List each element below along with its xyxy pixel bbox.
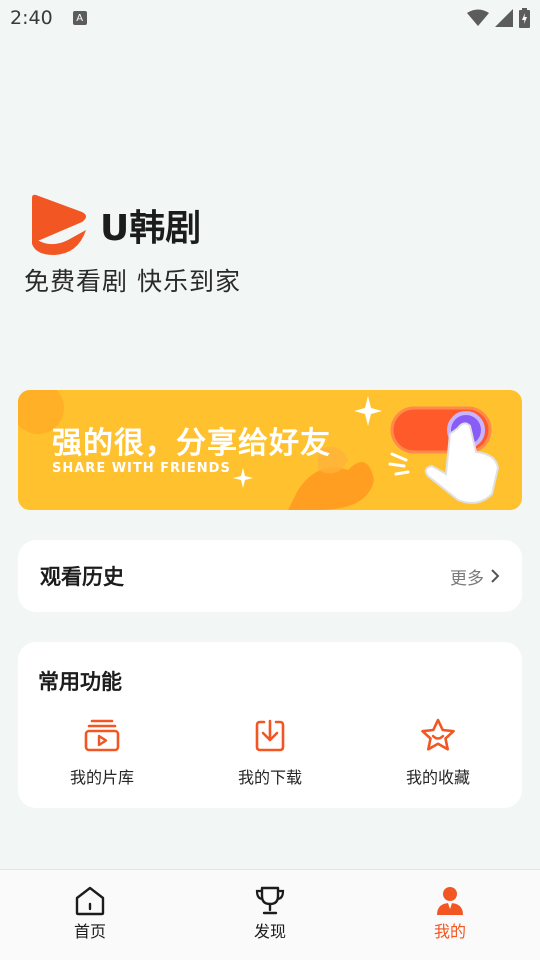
battery-icon: [519, 8, 530, 28]
tab-discover[interactable]: 发现: [180, 870, 360, 960]
my-library-label: 我的片库: [69, 768, 134, 787]
watch-history-title: 观看历史: [40, 565, 124, 589]
banner-title: 强的很，分享给好友: [52, 426, 331, 461]
status-icons: [467, 8, 530, 28]
history-more-link[interactable]: 更多: [450, 564, 500, 589]
chevron-right-icon: [491, 569, 500, 583]
app-slogan: 免费看剧 快乐到家: [24, 267, 241, 296]
app-logo-icon: [32, 194, 86, 255]
app-name: U韩剧: [100, 208, 202, 249]
tab-home-label: 首页: [73, 922, 106, 941]
banner-subtitle: SHARE WITH FRIENDS: [52, 461, 231, 476]
download-icon: [255, 719, 285, 752]
my-downloads-button[interactable]: 我的下载: [186, 718, 354, 788]
watch-history-card: 观看历史 更多: [18, 540, 522, 612]
my-favorites-label: 我的收藏: [405, 768, 470, 787]
status-bar: 2:40 A: [0, 0, 540, 36]
my-favorites-button[interactable]: 我的收藏: [354, 718, 522, 788]
wifi-icon: [467, 9, 489, 26]
star-icon: [421, 718, 455, 751]
signal-icon: [495, 9, 513, 27]
library-icon: [84, 719, 120, 752]
tab-mine-label: 我的: [433, 922, 466, 941]
tab-discover-label: 发现: [253, 922, 286, 941]
bottom-tab-bar: 首页 发现 我的: [0, 869, 540, 960]
history-more-label: 更多: [450, 568, 484, 589]
my-downloads-label: 我的下载: [237, 768, 302, 787]
status-time: 2:40: [10, 7, 53, 29]
tab-mine[interactable]: 我的: [360, 870, 540, 960]
common-features-title: 常用功能: [38, 670, 122, 694]
profile-icon: [437, 887, 463, 915]
home-icon: [75, 886, 105, 916]
notification-icon: A: [72, 11, 87, 25]
tab-home[interactable]: 首页: [0, 870, 180, 960]
share-banner[interactable]: 强的很，分享给好友 SHARE WITH FRIENDS: [18, 390, 522, 510]
my-library-button[interactable]: 我的片库: [18, 718, 186, 788]
trophy-icon: [255, 886, 285, 915]
app-brand: U韩剧: [28, 192, 201, 258]
common-features-card: 常用功能 我的片库 我的下载 我的收藏: [18, 642, 522, 808]
